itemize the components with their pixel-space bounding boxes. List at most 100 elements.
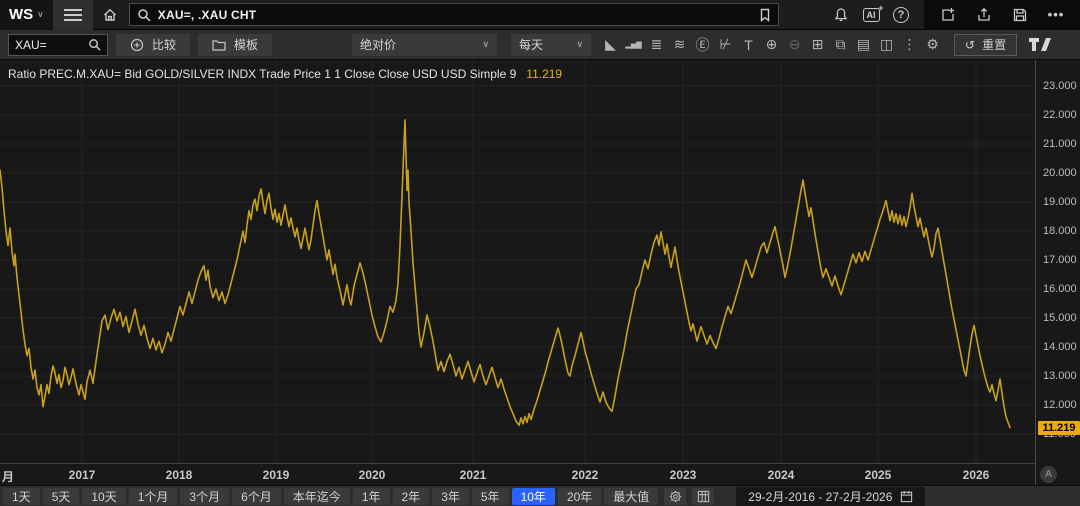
series-legend[interactable]: Ratio PREC.M.XAU= Bid GOLD/SILVER INDX T… (8, 67, 562, 81)
chevron-down-icon: ∨ (576, 39, 583, 50)
undo-icon: ↺ (965, 38, 975, 52)
grid-layout-icon[interactable]: ⊞ (806, 33, 829, 57)
more-options-button[interactable]: ••• (1038, 0, 1074, 30)
price-tick-label: 20.000 (1043, 167, 1077, 179)
price-tick-label: 16.000 (1043, 283, 1077, 295)
chart-tools: ◣▂▅▇≣≋Ⓔ⊬T⊕⊖⊞⧉▤◫⋮⚙ (599, 33, 944, 57)
home-button[interactable] (93, 0, 127, 30)
currency-e-icon[interactable]: Ⓔ (691, 33, 714, 57)
template-button[interactable]: 模板 (198, 34, 272, 56)
interval-value: 每天 (519, 36, 568, 53)
waves-icon[interactable]: ≋ (668, 33, 691, 57)
tradingview-icon (1029, 38, 1051, 51)
snapshot-icon[interactable]: ⧉ (829, 33, 852, 57)
global-search-input[interactable]: XAU=, .XAU CHT (129, 3, 779, 26)
measure-icon[interactable]: ⊬ (714, 33, 737, 57)
new-window-button[interactable] (930, 0, 966, 30)
hamburger-icon (64, 6, 82, 24)
gear-icon[interactable]: ⚙ (921, 33, 944, 57)
more-icon: ••• (1048, 7, 1065, 22)
bell-icon (833, 7, 849, 23)
date-range-text: 29-2月-2016 - 27-2月-2026 (748, 488, 892, 505)
range-button-本年迄今[interactable]: 本年迄今 (284, 488, 350, 505)
price-scale[interactable]: 23.00022.00021.00020.00019.00018.00017.0… (1035, 60, 1080, 485)
range-button-1年[interactable]: 1年 (353, 488, 390, 505)
area-chart-icon[interactable]: ◣ (599, 33, 622, 57)
compare-button[interactable]: 比较 (116, 34, 190, 56)
reset-button[interactable]: ↺ 重置 (954, 34, 1017, 56)
calendar-grid-button[interactable] (692, 488, 714, 505)
share-icon (976, 7, 992, 23)
range-button-最大值[interactable]: 最大值 (604, 488, 658, 505)
news-icon[interactable]: ▤ (852, 33, 875, 57)
template-label: 模板 (234, 36, 258, 53)
time-scale[interactable]: 月201720182019202020212022202320242025202… (0, 463, 1035, 485)
plus-circle-icon (130, 38, 144, 52)
time-tick-label: 2023 (670, 468, 697, 482)
save-button[interactable] (1002, 0, 1038, 30)
search-icon (137, 8, 151, 22)
ws-logo-text: WS (9, 6, 33, 23)
range-button-1个月[interactable]: 1个月 (129, 488, 178, 505)
price-mode-select[interactable]: 绝对价 ∨ (352, 34, 497, 56)
interval-select[interactable]: 每天 ∨ (511, 34, 591, 56)
table-icon (697, 490, 710, 503)
time-tick-label: 2018 (166, 468, 193, 482)
symbol-text: XAU= (15, 38, 88, 52)
tradingview-logo[interactable] (1029, 38, 1051, 51)
bar-stats-icon[interactable]: ▂▅▇ (622, 33, 645, 57)
layers-icon[interactable]: ≣ (645, 33, 668, 57)
kebab-icon[interactable]: ⋮ (898, 33, 921, 57)
range-button-1天[interactable]: 1天 (3, 488, 40, 505)
range-button-10年[interactable]: 10年 (512, 488, 555, 505)
chart-region: Ratio PREC.M.XAU= Bid GOLD/SILVER INDX T… (0, 60, 1080, 485)
auto-scale-label: A (1045, 469, 1052, 480)
zoom-out-icon[interactable]: ⊖ (783, 33, 806, 57)
time-tick-label: 2017 (69, 468, 96, 482)
reset-label: 重置 (982, 36, 1006, 53)
series-title: Ratio PREC.M.XAU= Bid GOLD/SILVER INDX T… (8, 67, 516, 81)
price-line-chart (0, 60, 1035, 463)
range-button-5年[interactable]: 5年 (472, 488, 509, 505)
ai-assistant-button[interactable]: AI (856, 0, 886, 30)
price-tick-label: 15.000 (1043, 312, 1077, 324)
time-tick-label: 2025 (865, 468, 892, 482)
price-mode-value: 绝对价 (360, 36, 474, 53)
search-icon (88, 38, 101, 51)
home-icon (102, 7, 118, 23)
price-tick-label: 22.000 (1043, 109, 1077, 121)
price-tick-label: 19.000 (1043, 196, 1077, 208)
range-settings-button[interactable] (664, 488, 686, 505)
range-button-5天[interactable]: 5天 (43, 488, 80, 505)
time-tick-label: 2019 (263, 468, 290, 482)
chart-toolbar: XAU= 比较 模板 绝对价 ∨ 每天 ∨ ◣▂▅▇≣≋Ⓔ⊬T⊕⊖⊞⧉▤◫⋮⚙ … (0, 30, 1080, 60)
chart-settings-icon[interactable]: ◫ (875, 33, 898, 57)
range-button-2年[interactable]: 2年 (393, 488, 430, 505)
range-button-6个月[interactable]: 6个月 (232, 488, 281, 505)
zoom-in-icon[interactable]: ⊕ (760, 33, 783, 57)
auto-scale-button[interactable]: A (1040, 466, 1057, 483)
price-tick-label: 13.000 (1043, 370, 1077, 382)
range-button-3个月[interactable]: 3个月 (180, 488, 229, 505)
bookmark-icon[interactable] (759, 8, 771, 22)
range-button-10天[interactable]: 10天 (82, 488, 125, 505)
range-button-20年[interactable]: 20年 (558, 488, 601, 505)
range-toolbar: 1天5天10天1个月3个月6个月本年迄今1年2年3年5年10年20年最大值 29… (0, 485, 1080, 506)
notifications-button[interactable] (826, 0, 856, 30)
search-query-text: XAU=, .XAU CHT (158, 8, 752, 22)
ws-app-menu[interactable]: WS ∨ (0, 0, 53, 30)
hamburger-menu-button[interactable] (53, 0, 93, 30)
ai-icon: AI (863, 8, 880, 22)
window-actions-panel: ••• (924, 0, 1080, 30)
range-button-3年[interactable]: 3年 (432, 488, 469, 505)
chart-plot-area[interactable]: Ratio PREC.M.XAU= Bid GOLD/SILVER INDX T… (0, 60, 1035, 463)
help-button[interactable]: ? (886, 0, 916, 30)
save-icon (1012, 7, 1028, 23)
date-range-picker[interactable]: 29-2月-2016 - 27-2月-2026 (736, 487, 925, 506)
symbol-search-input[interactable]: XAU= (8, 34, 108, 56)
price-tick-label: 18.000 (1043, 225, 1077, 237)
time-tick-label: 2022 (572, 468, 599, 482)
text-tool-icon[interactable]: T (737, 33, 760, 57)
export-button[interactable] (966, 0, 1002, 30)
new-chart-icon (940, 7, 956, 23)
